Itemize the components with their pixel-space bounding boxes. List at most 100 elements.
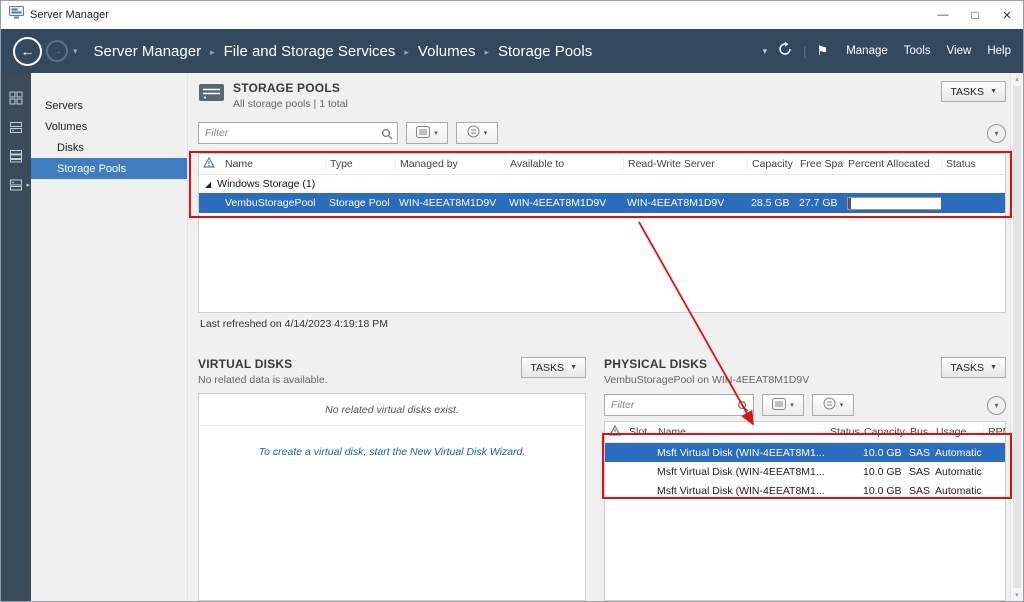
- scroll-up-icon[interactable]: ▴: [1015, 75, 1019, 83]
- menu-tools[interactable]: Tools: [904, 45, 931, 57]
- physical-disks-tasks-button[interactable]: TASKS ▼: [941, 357, 1006, 378]
- sidebar-item-disks[interactable]: Disks: [31, 137, 187, 158]
- menu-view[interactable]: View: [947, 45, 972, 57]
- column-header-slot[interactable]: Slot: [625, 426, 653, 438]
- new-virtual-disk-wizard-link[interactable]: To create a virtual disk, start the New …: [199, 446, 585, 458]
- search-icon: [737, 399, 749, 417]
- caret-down-icon: ▼: [570, 364, 577, 371]
- storage-pools-tasks-button[interactable]: TASKS ▼: [941, 81, 1006, 102]
- storage-pools-title: STORAGE POOLS: [233, 81, 341, 95]
- scrollbar-thumb[interactable]: [1013, 86, 1021, 588]
- cell-available-to: WIN-4EEAT8M1D9V: [509, 197, 607, 209]
- caret-down-icon: ▾: [434, 130, 438, 137]
- flyout-arrow-icon: ▸: [26, 182, 30, 189]
- close-button[interactable]: ×: [991, 1, 1023, 29]
- breadcrumb-storage-pools[interactable]: Storage Pools: [498, 43, 592, 60]
- breadcrumb-volumes[interactable]: Volumes: [418, 43, 476, 60]
- column-header-percent-allocated[interactable]: Percent Allocated: [843, 158, 941, 170]
- storage-pools-filter-input[interactable]: [198, 122, 398, 144]
- storage-pools-tile: STORAGE POOLS All storage pools | 1 tota…: [198, 81, 1006, 335]
- virtual-disks-tile: VIRTUAL DISKS No related data is availab…: [198, 357, 586, 601]
- cell-usage: Automatic: [935, 446, 982, 459]
- breadcrumb-separator-icon: ▸: [404, 46, 409, 57]
- breadcrumb: Server Manager ▸ File and Storage Servic…: [94, 43, 593, 60]
- storage-pools-subtitle: All storage pools | 1 total: [233, 98, 348, 110]
- cell-name: Msft Virtual Disk (WIN-4EEAT8M1...: [657, 484, 825, 497]
- saved-queries-button[interactable]: ▾: [456, 122, 498, 144]
- local-server-icon[interactable]: [1, 120, 31, 134]
- tasks-label: TASKS: [530, 361, 565, 374]
- column-header-name[interactable]: Name: [221, 158, 325, 170]
- filter-criteria-button[interactable]: ▾: [406, 122, 448, 144]
- cell-read-write-server: WIN-4EEAT8M1D9V: [627, 197, 725, 209]
- collapse-tile-button[interactable]: ▾: [987, 123, 1006, 143]
- cell-name: VembuStoragePool: [225, 197, 316, 209]
- physical-disks-filter-input[interactable]: [604, 394, 754, 416]
- menu-help[interactable]: Help: [987, 45, 1011, 57]
- physical-disks-title: PHYSICAL DISKS: [604, 357, 708, 371]
- column-header-name[interactable]: Name: [653, 426, 825, 438]
- search-icon: [381, 127, 393, 145]
- column-header-free-space[interactable]: Free Space: [795, 158, 843, 170]
- percent-allocated-bar: [847, 196, 941, 210]
- breadcrumb-file-storage-services[interactable]: File and Storage Services: [224, 43, 396, 60]
- physical-disks-tile: PHYSICAL DISKS VembuStoragePool on WIN-4…: [604, 357, 1006, 601]
- sidebar-item-servers[interactable]: Servers: [31, 95, 187, 116]
- breadcrumb-server-manager[interactable]: Server Manager: [94, 43, 202, 60]
- collapse-tile-button[interactable]: ▾: [987, 395, 1006, 415]
- cell-managed-by: WIN-4EEAT8M1D9V: [399, 197, 497, 209]
- column-header-read-write-server[interactable]: Read-Write Server: [623, 158, 747, 170]
- column-header-usage[interactable]: Usage: [931, 426, 983, 438]
- physical-disk-row[interactable]: Msft Virtual Disk (WIN-4EEAT8M1... 10.0 …: [605, 462, 1005, 481]
- titlebar: Server Manager — □ ×: [1, 1, 1023, 29]
- column-header-type[interactable]: Type: [325, 158, 395, 170]
- notifications-caret-icon[interactable]: ▾: [763, 46, 768, 57]
- all-servers-icon[interactable]: [1, 149, 31, 163]
- content-area: STORAGE POOLS All storage pools | 1 tota…: [188, 73, 1010, 601]
- maximize-button[interactable]: □: [959, 1, 991, 29]
- scroll-down-icon[interactable]: ▾: [1015, 591, 1019, 599]
- breadcrumb-separator-icon: ▸: [484, 46, 489, 57]
- physical-disk-row[interactable]: Msft Virtual Disk (WIN-4EEAT8M1... 10.0 …: [605, 481, 1005, 500]
- tasks-label: TASKS: [950, 361, 985, 374]
- column-header-status[interactable]: Status: [825, 426, 859, 438]
- cell-type: Storage Pool: [329, 197, 390, 209]
- saved-queries-button[interactable]: ▾: [812, 394, 854, 416]
- navigation-bar: ← → ▾ Server Manager ▸ File and Storage …: [1, 29, 1023, 73]
- alert-column-icon[interactable]: [199, 157, 221, 171]
- forward-button[interactable]: →: [46, 40, 68, 62]
- saved-query-icon: [823, 397, 836, 413]
- cell-bus: SAS: [909, 465, 931, 478]
- vertical-scrollbar[interactable]: ▴ ▾: [1010, 73, 1023, 601]
- virtual-disks-empty-state: No related virtual disks exist. To creat…: [198, 393, 586, 601]
- cell-free-space: 27.7 GB: [799, 197, 838, 209]
- group-row-windows-storage[interactable]: ◢ Windows Storage (1): [199, 175, 1005, 193]
- sidebar-item-storage-pools[interactable]: Storage Pools: [31, 158, 187, 179]
- chevron-down-icon: ▾: [994, 400, 999, 410]
- last-refreshed-text: Last refreshed on 4/14/2023 4:19:18 PM: [200, 318, 388, 330]
- physical-disk-row[interactable]: Msft Virtual Disk (WIN-4EEAT8M1... 10.0 …: [605, 443, 1005, 462]
- column-header-bus[interactable]: Bus: [905, 426, 931, 438]
- file-storage-services-icon[interactable]: ▸: [1, 178, 31, 192]
- menu-manage[interactable]: Manage: [846, 45, 888, 57]
- history-caret-icon[interactable]: ▾: [73, 46, 78, 57]
- dashboard-icon[interactable]: [1, 91, 31, 105]
- column-header-available-to[interactable]: Available to: [505, 158, 623, 170]
- window-title: Server Manager: [30, 9, 109, 21]
- left-icon-strip: ▸: [1, 73, 31, 601]
- storage-pool-row[interactable]: VembuStoragePool Storage Pool WIN-4EEAT8…: [199, 193, 1005, 213]
- physical-disks-subtitle: VembuStoragePool on WIN-4EEAT8M1D9V: [604, 374, 810, 386]
- sidebar-item-volumes[interactable]: Volumes: [31, 116, 187, 137]
- alert-column-icon[interactable]: [605, 425, 625, 439]
- filter-criteria-button[interactable]: ▾: [762, 394, 804, 416]
- column-header-status[interactable]: Status: [941, 158, 1005, 170]
- minimize-button[interactable]: —: [927, 1, 959, 29]
- refresh-icon[interactable]: [777, 41, 793, 62]
- column-header-capacity[interactable]: Capacity: [859, 426, 905, 438]
- notifications-flag-icon[interactable]: ⚑: [817, 43, 829, 59]
- back-button[interactable]: ←: [13, 36, 42, 66]
- column-header-capacity[interactable]: Capacity: [747, 158, 795, 170]
- column-header-rpm[interactable]: RPM: [983, 426, 1005, 438]
- virtual-disks-tasks-button[interactable]: TASKS ▼: [521, 357, 586, 378]
- column-header-managed-by[interactable]: Managed by: [395, 158, 505, 170]
